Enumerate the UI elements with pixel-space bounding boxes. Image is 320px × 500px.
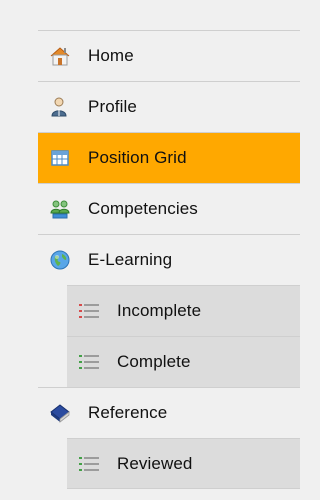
nav-item-position-grid[interactable]: Position Grid [38, 132, 300, 183]
grid-icon [48, 146, 72, 170]
nav-label-incomplete: Incomplete [117, 301, 202, 320]
nav-item-incomplete[interactable]: Incomplete [67, 285, 300, 336]
nav-label-profile: Profile [88, 97, 137, 116]
nav-label-competencies: Competencies [88, 199, 198, 218]
nav-label-home: Home [88, 46, 134, 65]
nav-item-home[interactable]: Home [38, 30, 300, 81]
user-icon [48, 95, 72, 119]
nav-item-reviewed[interactable]: Reviewed [67, 438, 300, 489]
nav-item-competencies[interactable]: Competencies [38, 183, 300, 234]
nav-label-reference: Reference [88, 403, 168, 422]
nav-item-complete[interactable]: Complete [67, 336, 300, 387]
list-icon [77, 350, 101, 374]
sidebar-nav: Home Profile Position Grid Competencies … [38, 30, 300, 489]
people-icon [48, 197, 72, 221]
nav-label-elearning: E-Learning [88, 250, 173, 269]
nav-label-reviewed: Reviewed [117, 453, 193, 473]
nav-item-profile[interactable]: Profile [38, 81, 300, 132]
nav-label-position-grid: Position Grid [88, 148, 187, 167]
nav-item-elearning[interactable]: E-Learning [38, 234, 300, 285]
book-icon [48, 401, 72, 425]
nav-item-reference[interactable]: Reference [38, 387, 300, 438]
list-icon [77, 299, 101, 323]
nav-label-complete: Complete [117, 352, 191, 371]
globe-icon [48, 248, 72, 272]
list-icon [77, 452, 101, 476]
house-icon [48, 44, 72, 68]
